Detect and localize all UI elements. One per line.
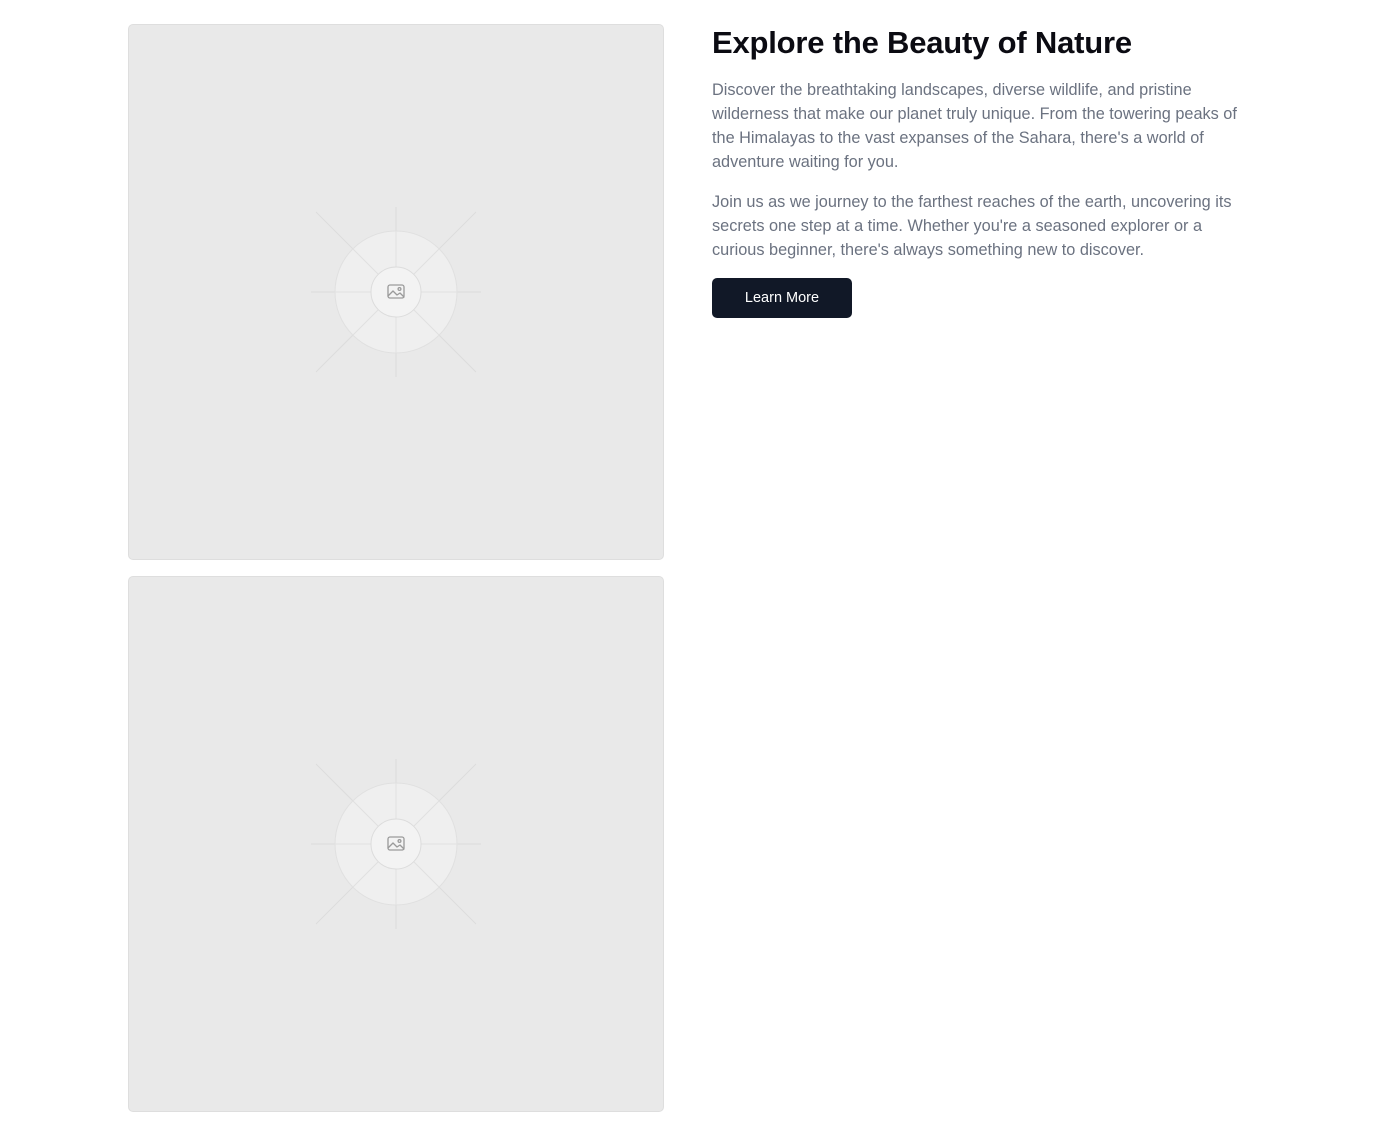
image-placeholder-icon [311,759,481,929]
page: Explore the Beauty of Nature Discover th… [0,0,1376,1136]
secondary-paragraph: Join us as we journey to the farthest re… [712,193,1232,259]
image-placeholder-2 [128,576,664,1112]
image-placeholder-1 [128,24,664,560]
content-column: Explore the Beauty of Nature Discover th… [712,24,1252,318]
image-placeholder-icon [311,207,481,377]
learn-more-button[interactable]: Learn More [712,278,852,318]
intro-paragraph: Discover the breathtaking landscapes, di… [712,81,1237,171]
image-column [128,24,664,1128]
page-title: Explore the Beauty of Nature [712,25,1132,60]
